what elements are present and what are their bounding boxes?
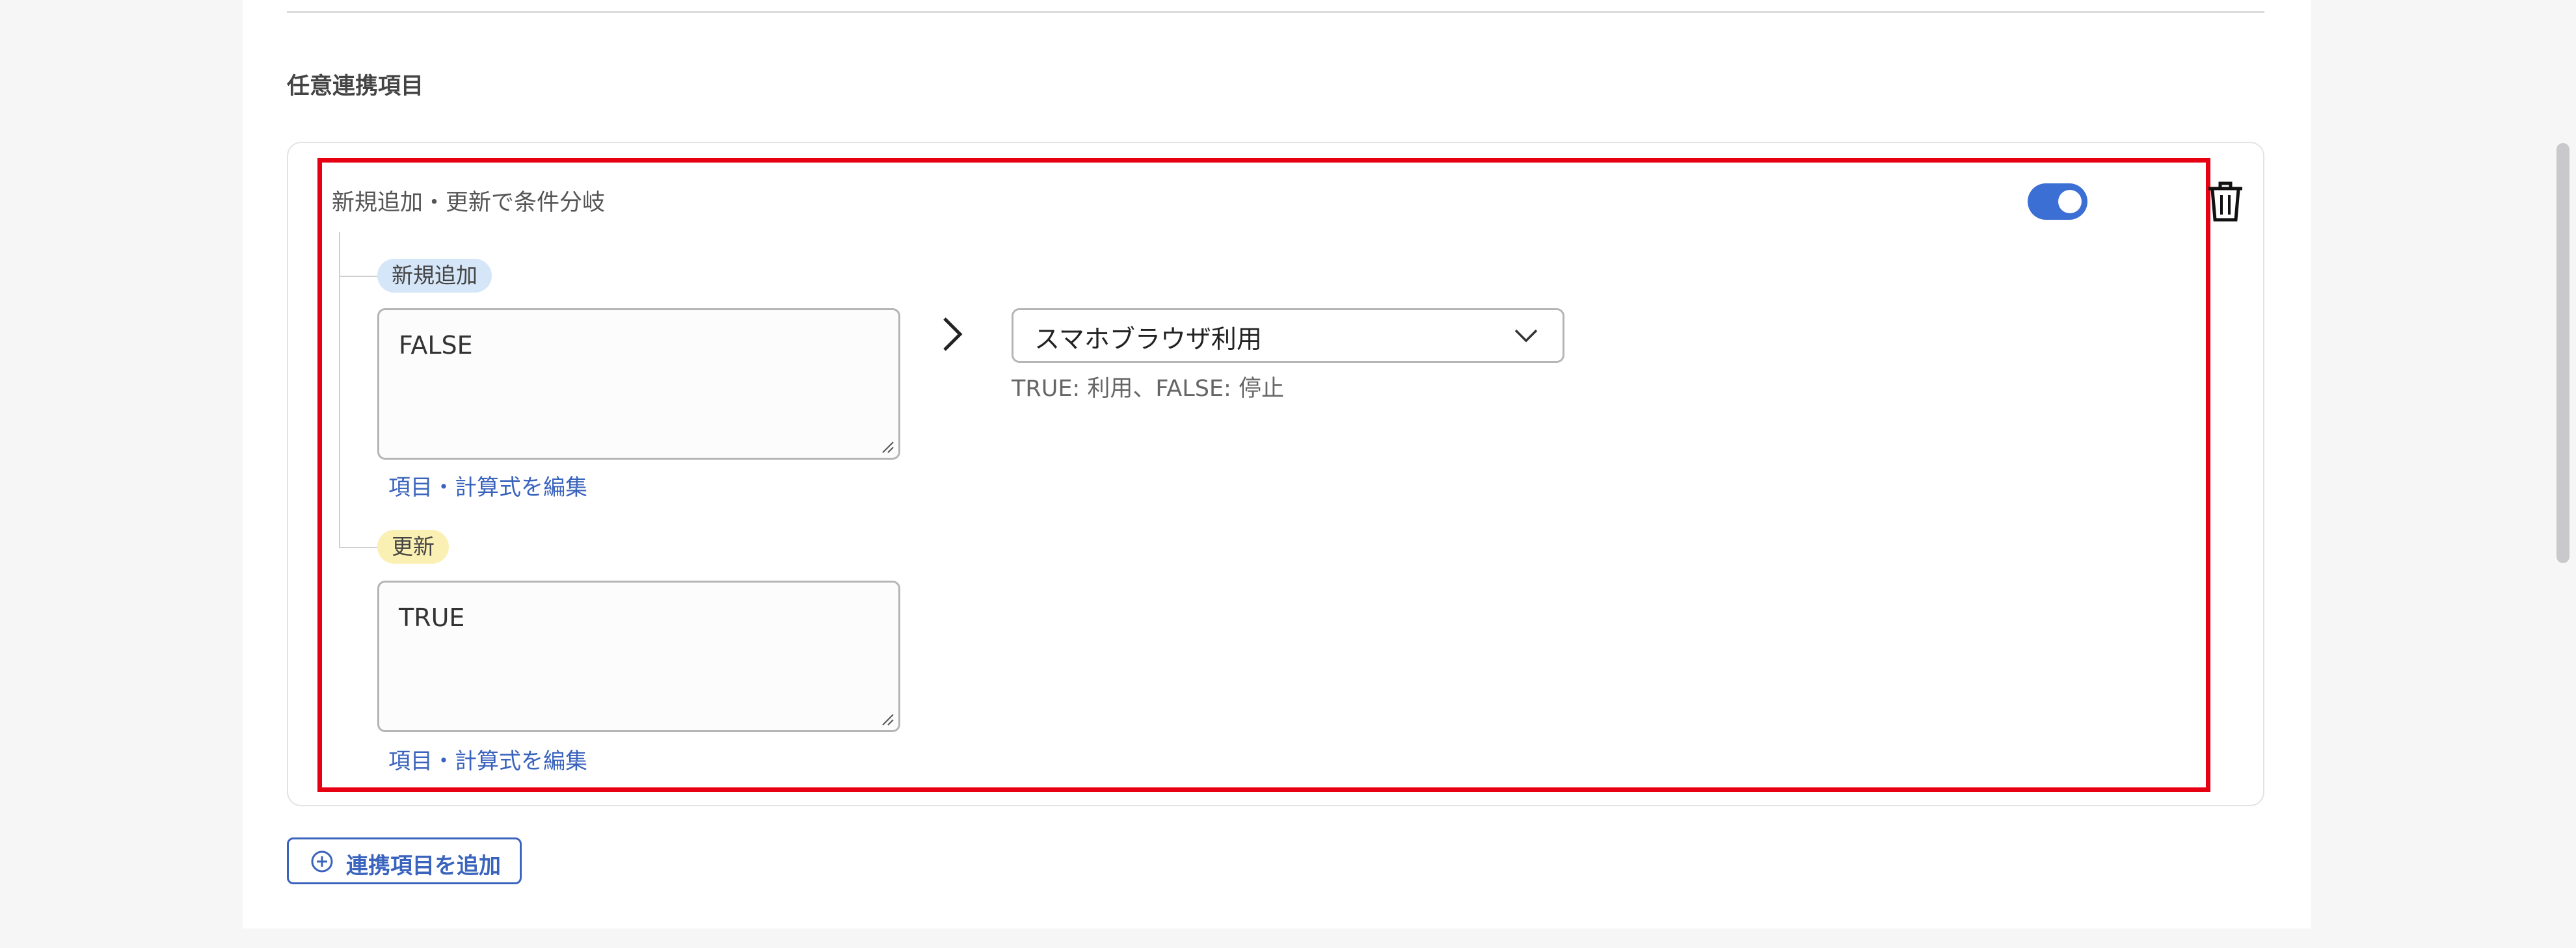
add-mapping-button[interactable]: 連携項目を追加 — [287, 837, 522, 884]
formula-field-update[interactable]: TRUE — [377, 581, 900, 732]
edit-formula-link[interactable]: 項目・計算式を編集 — [388, 743, 587, 775]
tree-branch-line — [339, 276, 378, 277]
trash-icon[interactable] — [2205, 178, 2246, 224]
target-field-select[interactable]: スマホブラウザ利用 — [1012, 308, 1564, 363]
tree-line — [339, 232, 340, 547]
section-title: 任意連携項目 — [287, 73, 424, 99]
resize-handle-icon[interactable] — [880, 440, 894, 454]
toggle-knob — [2058, 190, 2082, 213]
branch-tag-new: 新規追加 — [377, 259, 492, 293]
plus-circle-icon — [311, 850, 333, 873]
formula-field-new[interactable]: FALSE — [377, 308, 900, 460]
condition-rule-label: 新規追加・更新で条件分岐 — [332, 190, 606, 216]
formula-value: FALSE — [399, 331, 473, 360]
chevron-down-icon — [1514, 329, 1538, 343]
arrow-right-icon — [943, 317, 963, 351]
target-field-hint: TRUE: 利用、FALSE: 停止 — [1012, 376, 1284, 402]
formula-value: TRUE — [399, 603, 465, 632]
resize-handle-icon[interactable] — [880, 712, 894, 726]
add-mapping-label: 連携項目を追加 — [346, 853, 501, 879]
target-field-value: スマホブラウザ利用 — [1034, 325, 1262, 354]
tree-branch-line — [339, 547, 378, 548]
edit-formula-link[interactable]: 項目・計算式を編集 — [388, 469, 587, 501]
divider — [287, 11, 2264, 13]
branch-tag-update: 更新 — [377, 530, 449, 564]
scrollbar[interactable] — [2556, 143, 2569, 563]
enable-toggle[interactable] — [2028, 183, 2087, 220]
